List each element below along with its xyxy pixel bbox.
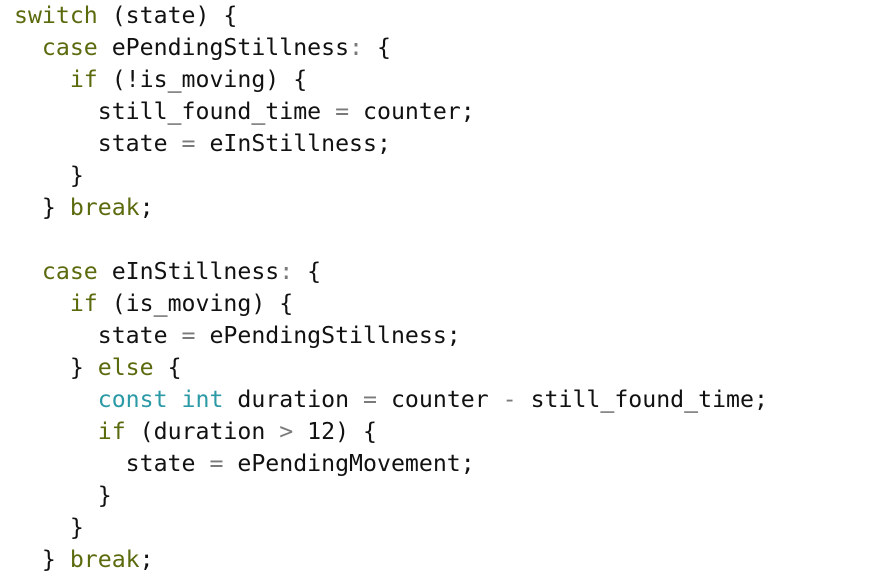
code-token: } — [14, 354, 98, 381]
code-line: } break; — [14, 544, 768, 576]
code-line: still_found_time = counter; — [14, 96, 768, 128]
code-token: { — [293, 258, 322, 285]
code-token: duration — [223, 386, 364, 413]
code-token: counter; — [349, 98, 475, 125]
code-token: ePendingStillness; — [195, 322, 461, 349]
code-line: if (duration > 12) { — [14, 416, 768, 448]
code-token: still_found_time; — [516, 386, 768, 413]
code-line: if (is_moving) { — [14, 288, 768, 320]
code-line: state = ePendingStillness; — [14, 320, 768, 352]
code-token: if — [69, 66, 98, 93]
code-token: state — [14, 130, 182, 157]
code-line: case eInStillness: { — [14, 256, 768, 288]
code-block: switch (state) { case ePendingStillness:… — [14, 0, 768, 576]
code-token: (state) { — [97, 2, 238, 29]
code-token: (duration — [125, 418, 280, 445]
code-token: const — [97, 386, 168, 413]
code-token: : — [279, 258, 294, 285]
code-token: state — [14, 450, 210, 477]
code-token: 12) { — [293, 418, 377, 445]
code-token: - — [502, 386, 517, 413]
code-token: ; — [139, 546, 154, 573]
code-token: } — [14, 546, 70, 573]
code-token: eInStillness; — [195, 130, 391, 157]
code-token: if — [69, 290, 98, 317]
code-token: eInStillness — [97, 258, 280, 285]
code-token: else — [97, 354, 154, 381]
code-token: ePendingStillness — [97, 34, 350, 61]
code-token: int — [181, 386, 224, 413]
code-token: counter — [377, 386, 503, 413]
code-token: } — [14, 514, 84, 541]
code-token: if — [97, 418, 126, 445]
code-token: = — [181, 130, 196, 157]
code-token: ePendingMovement; — [223, 450, 475, 477]
code-token: : — [349, 34, 364, 61]
code-token: = — [209, 450, 224, 477]
code-token: = — [363, 386, 378, 413]
code-token: { — [153, 354, 182, 381]
code-token: } — [14, 482, 112, 509]
code-token: (!is_moving) { — [97, 66, 308, 93]
code-token: still_found_time — [14, 98, 336, 125]
code-token: case — [41, 258, 98, 285]
code-token: switch — [14, 2, 98, 29]
code-line: state = eInStillness; — [14, 128, 768, 160]
code-line: state = ePendingMovement; — [14, 448, 768, 480]
code-token: ; — [139, 194, 154, 221]
code-line: const int duration = counter - still_fou… — [14, 384, 768, 416]
code-line: } — [14, 160, 768, 192]
code-token: case — [41, 34, 98, 61]
code-line: switch (state) { — [14, 0, 768, 32]
code-token: = — [335, 98, 350, 125]
code-token: (is_moving) { — [97, 290, 294, 317]
code-line: } break; — [14, 192, 768, 224]
code-token: } — [14, 194, 70, 221]
code-token: } — [14, 162, 84, 189]
code-token: = — [181, 322, 196, 349]
code-line: if (!is_moving) { — [14, 64, 768, 96]
code-line: case ePendingStillness: { — [14, 32, 768, 64]
code-token: > — [279, 418, 294, 445]
code-token: break — [69, 546, 140, 573]
code-line: } — [14, 512, 768, 544]
code-token: state — [14, 322, 182, 349]
code-line: } — [14, 480, 768, 512]
code-line: } else { — [14, 352, 768, 384]
code-token: { — [363, 34, 391, 61]
code-token: break — [69, 194, 140, 221]
